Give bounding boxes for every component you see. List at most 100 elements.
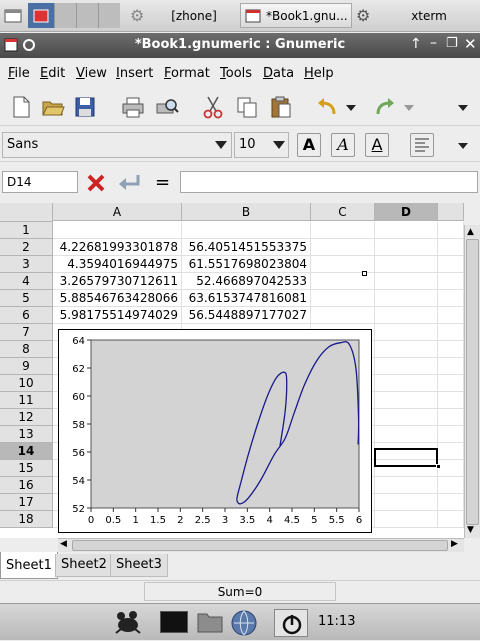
- column-header-a[interactable]: A: [53, 203, 182, 221]
- row-header-17[interactable]: 17: [0, 494, 53, 511]
- horizontal-scrollbar[interactable]: ◀ ▶: [58, 538, 464, 552]
- menu-tools[interactable]: Tools: [220, 66, 252, 81]
- table-cell[interactable]: [438, 358, 464, 375]
- web-browser-icon[interactable]: [230, 609, 258, 637]
- workspace-1-button[interactable]: [28, 3, 54, 28]
- undo-icon[interactable]: [314, 94, 340, 120]
- terminal-icon[interactable]: [160, 611, 188, 633]
- row-header-9[interactable]: 9: [0, 358, 53, 375]
- table-cell[interactable]: [438, 460, 464, 477]
- table-cell[interactable]: [438, 222, 464, 239]
- redo-icon[interactable]: [372, 94, 398, 120]
- tab-sheet3[interactable]: Sheet3: [110, 554, 168, 577]
- table-cell[interactable]: [438, 256, 464, 273]
- row-header-10[interactable]: 10: [0, 375, 53, 392]
- table-cell[interactable]: [375, 256, 438, 273]
- table-cell[interactable]: [438, 477, 464, 494]
- row-header-11[interactable]: 11: [0, 392, 53, 409]
- scroll-left-icon[interactable]: ◀: [60, 539, 67, 549]
- underline-button[interactable]: A: [365, 133, 389, 157]
- xfce-mouse-icon[interactable]: [112, 607, 144, 637]
- new-file-icon[interactable]: [8, 94, 34, 120]
- table-cell[interactable]: [375, 392, 438, 409]
- table-cell[interactable]: [375, 494, 438, 511]
- table-cell[interactable]: [438, 409, 464, 426]
- table-cell[interactable]: [375, 358, 438, 375]
- table-cell[interactable]: [438, 375, 464, 392]
- select-all-corner[interactable]: [0, 203, 53, 222]
- row-header-2[interactable]: 2: [0, 239, 53, 256]
- table-cell[interactable]: [438, 392, 464, 409]
- taskbar-button-zhone[interactable]: [zhone]: [150, 3, 238, 28]
- scroll-down-icon[interactable]: ▼: [467, 525, 474, 535]
- table-cell[interactable]: [438, 443, 464, 460]
- vertical-scrollbar[interactable]: ▲ ▼: [464, 225, 480, 538]
- cell-reference-field[interactable]: D14: [2, 171, 78, 193]
- table-cell[interactable]: [438, 341, 464, 358]
- shade-up-icon[interactable]: ↑: [410, 36, 422, 52]
- table-cell[interactable]: 56.4051451553375: [182, 239, 311, 256]
- table-cell[interactable]: [375, 222, 438, 239]
- table-cell[interactable]: [375, 239, 438, 256]
- active-cell-cursor[interactable]: [374, 448, 438, 467]
- table-cell[interactable]: 5.98175514974029: [53, 307, 182, 324]
- cancel-icon[interactable]: [84, 171, 108, 195]
- accept-icon[interactable]: [116, 171, 142, 195]
- row-header-3[interactable]: 3: [0, 256, 53, 273]
- row-header-5[interactable]: 5: [0, 290, 53, 307]
- table-cell[interactable]: 4.22681993301878: [53, 239, 182, 256]
- toolbar-overflow-icon[interactable]: [454, 94, 472, 120]
- print-icon[interactable]: [120, 94, 146, 120]
- row-header-8[interactable]: 8: [0, 341, 53, 358]
- format-overflow-icon[interactable]: [454, 133, 472, 157]
- table-cell[interactable]: 5.88546763428066: [53, 290, 182, 307]
- gear-icon[interactable]: ⚙: [130, 3, 150, 28]
- table-cell[interactable]: [438, 273, 464, 290]
- table-cell[interactable]: [438, 494, 464, 511]
- table-cell[interactable]: [375, 426, 438, 443]
- workspace-2-button[interactable]: [54, 3, 76, 28]
- table-cell[interactable]: 56.5448897177027: [182, 307, 311, 324]
- menu-data[interactable]: Data: [263, 66, 294, 81]
- row-header-1[interactable]: 1: [0, 222, 53, 239]
- row-header-7[interactable]: 7: [0, 324, 53, 341]
- copy-icon[interactable]: [234, 94, 260, 120]
- table-cell[interactable]: [438, 324, 464, 341]
- save-icon[interactable]: [72, 94, 98, 120]
- table-cell[interactable]: [438, 290, 464, 307]
- chart-resize-handle[interactable]: [362, 271, 367, 276]
- table-cell[interactable]: [375, 307, 438, 324]
- row-header-16[interactable]: 16: [0, 477, 53, 494]
- workspace-menu-icon[interactable]: [2, 3, 24, 28]
- maximize-icon[interactable]: ❐: [446, 36, 458, 51]
- chart-object[interactable]: 0 0.5 1 1.5 2 2.5 3 3.5 4 4.5 5 5.5 6 52 54 56 58 60 62 64: [58, 329, 372, 533]
- power-icon[interactable]: [274, 609, 308, 637]
- horizontal-scroll-thumb[interactable]: [72, 540, 448, 551]
- column-header-b[interactable]: B: [182, 203, 311, 221]
- table-cell[interactable]: [375, 409, 438, 426]
- table-cell[interactable]: [311, 222, 375, 239]
- open-folder-icon[interactable]: [40, 94, 66, 120]
- column-header-e[interactable]: [438, 203, 464, 221]
- taskbar-button-xterm[interactable]: xterm: [380, 3, 478, 28]
- table-cell[interactable]: 52.466897042533: [182, 273, 311, 290]
- minimize-icon[interactable]: –: [430, 35, 437, 51]
- table-cell[interactable]: [375, 324, 438, 341]
- menu-help[interactable]: Help: [304, 66, 334, 81]
- menu-format[interactable]: Format: [164, 66, 210, 81]
- table-cell[interactable]: [182, 222, 311, 239]
- undo-dropdown-icon[interactable]: [342, 94, 360, 120]
- print-preview-icon[interactable]: [154, 94, 180, 120]
- scroll-up-icon[interactable]: ▲: [467, 227, 474, 237]
- table-cell[interactable]: [375, 273, 438, 290]
- menu-view[interactable]: View: [76, 66, 107, 81]
- table-cell[interactable]: [438, 426, 464, 443]
- font-size-combo[interactable]: 10: [234, 132, 289, 158]
- taskbar-button-book1[interactable]: *Book1.gnu...: [240, 3, 352, 28]
- menu-insert[interactable]: Insert: [116, 66, 153, 81]
- italic-button[interactable]: A: [331, 133, 355, 157]
- window-titlebar[interactable]: *Book1.gnumeric : Gnumeric ↑ – ❐ ✕: [0, 33, 480, 58]
- table-cell[interactable]: [438, 511, 464, 528]
- font-name-combo[interactable]: Sans: [2, 132, 232, 158]
- row-header-12[interactable]: 12: [0, 409, 53, 426]
